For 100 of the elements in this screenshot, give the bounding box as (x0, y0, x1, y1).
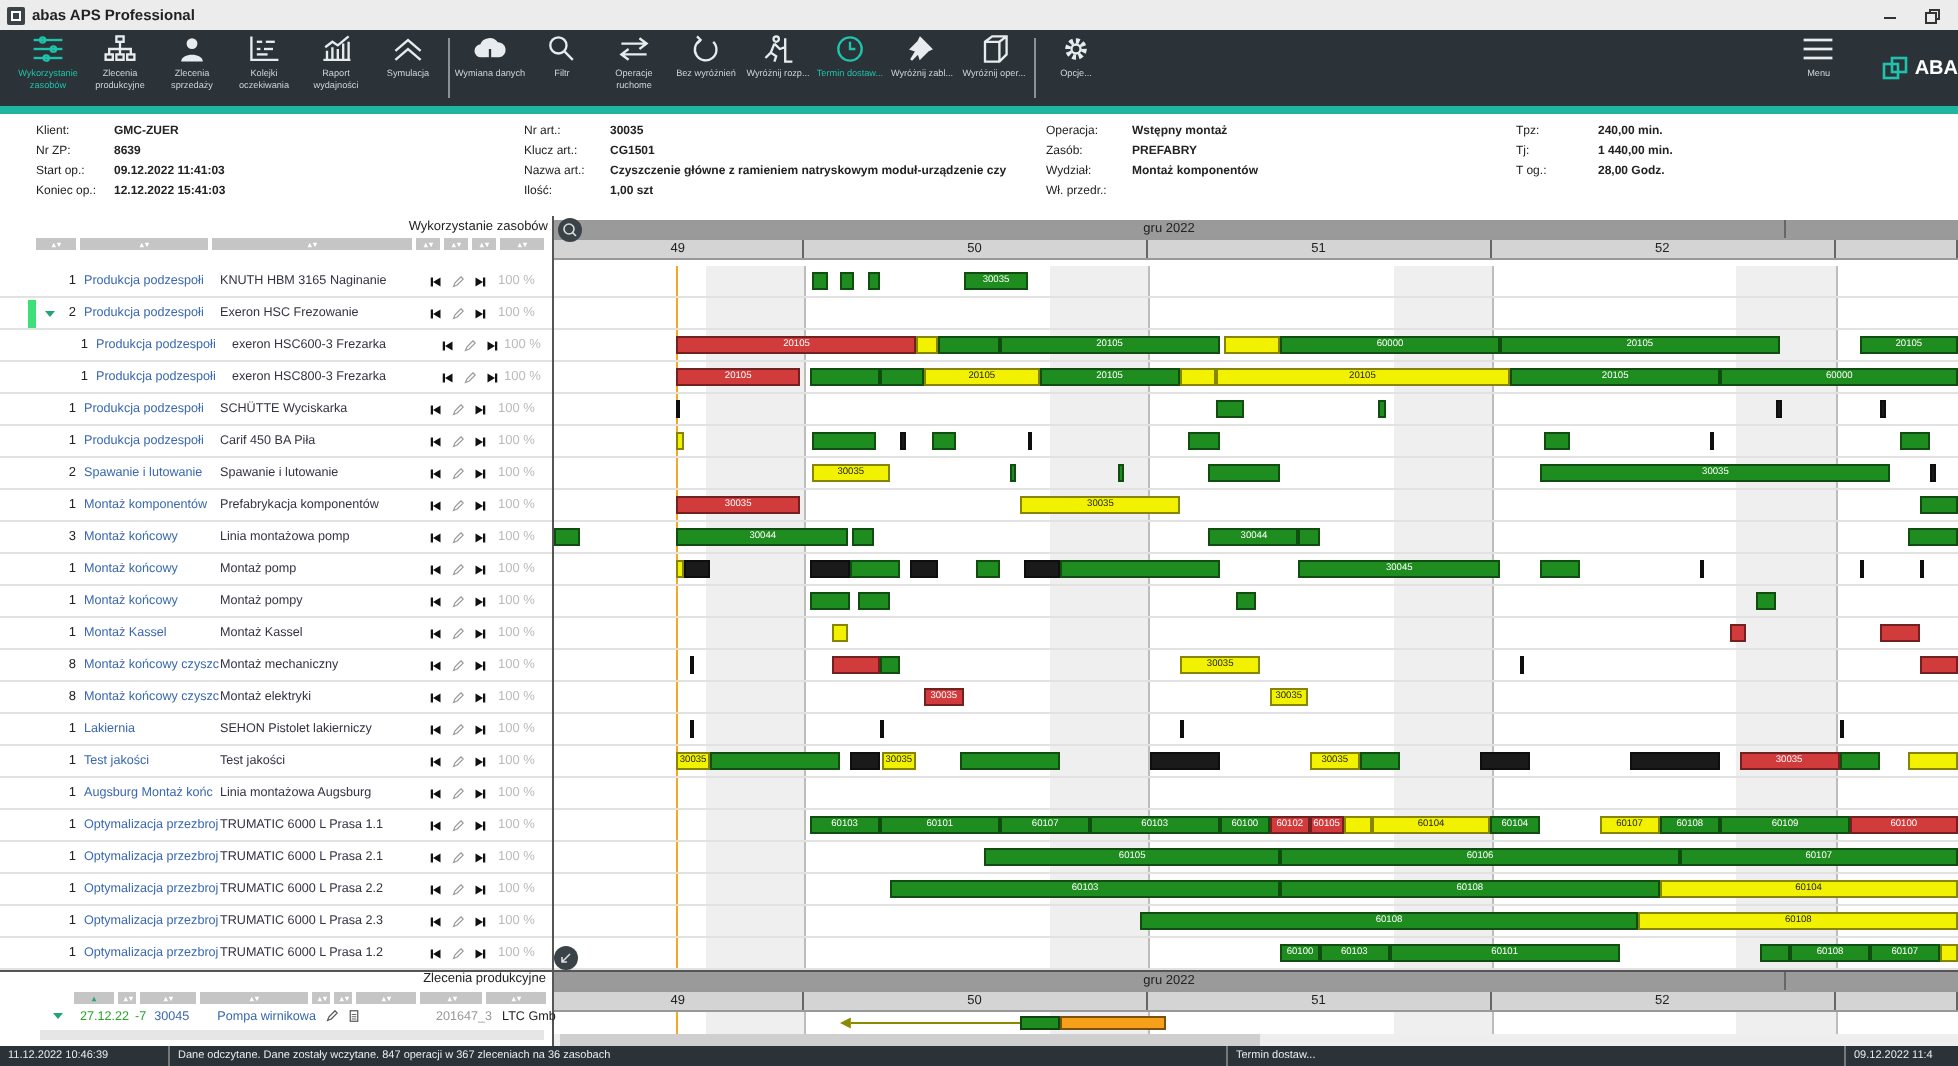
skip-start-icon[interactable] (430, 947, 442, 959)
task-bar[interactable] (1479, 752, 1531, 770)
task-bar[interactable] (676, 560, 685, 578)
skip-start-icon[interactable] (442, 371, 454, 383)
task-bar[interactable] (1700, 560, 1705, 578)
collapse-icon[interactable] (554, 946, 578, 970)
skip-start-icon[interactable] (430, 403, 442, 415)
skip-end-icon[interactable] (474, 531, 486, 543)
task-bar[interactable] (1520, 656, 1525, 674)
skip-start-icon[interactable] (430, 659, 442, 671)
task-bar[interactable] (916, 336, 939, 354)
skip-end-icon[interactable] (486, 339, 498, 351)
document-icon[interactable] (348, 1010, 360, 1022)
skip-end-icon[interactable] (474, 403, 486, 415)
skip-end-icon[interactable] (474, 691, 486, 703)
task-bar[interactable] (879, 720, 884, 738)
skip-end-icon[interactable] (474, 755, 486, 767)
task-bar[interactable] (1929, 464, 1936, 482)
task-bar[interactable] (1028, 432, 1033, 450)
task-bar[interactable] (1859, 560, 1864, 578)
task-bar[interactable] (1759, 944, 1791, 962)
skip-start-icon[interactable] (430, 595, 442, 607)
sort-icon (138, 241, 150, 247)
skip-start-icon[interactable] (430, 915, 442, 927)
task-bar[interactable] (975, 560, 1001, 578)
skip-start-icon[interactable] (430, 307, 442, 319)
skip-end-icon[interactable] (474, 563, 486, 575)
logo-icon (1882, 56, 1911, 81)
skip-end-icon[interactable] (474, 275, 486, 287)
task-bar[interactable] (1919, 656, 1958, 674)
skip-start-icon[interactable] (430, 435, 442, 447)
skip-end-icon[interactable] (474, 659, 486, 671)
clock-icon (832, 34, 868, 65)
sort-up-icon (88, 995, 100, 1001)
skip-start-icon[interactable] (430, 499, 442, 511)
task-bar[interactable] (689, 656, 694, 674)
skip-end-icon[interactable] (474, 467, 486, 479)
skip-start-icon[interactable] (442, 339, 454, 351)
skip-end-icon[interactable] (474, 819, 486, 831)
skip-end-icon[interactable] (474, 435, 486, 447)
sort-icon (121, 995, 133, 1001)
task-bar[interactable] (1235, 592, 1256, 610)
skip-end-icon[interactable] (474, 947, 486, 959)
skip-start-icon[interactable] (430, 531, 442, 543)
skip-start-icon[interactable] (430, 819, 442, 831)
task-bar[interactable] (840, 272, 855, 290)
skip-start-icon[interactable] (430, 627, 442, 639)
skip-start-icon[interactable] (430, 755, 442, 767)
task-bar[interactable] (1378, 400, 1387, 418)
skip-end-icon[interactable] (474, 723, 486, 735)
task-bar[interactable] (899, 432, 906, 450)
task-bar[interactable] (1775, 400, 1782, 418)
task-bar[interactable] (910, 560, 939, 578)
task-bar[interactable] (1215, 400, 1244, 418)
zoom-icon[interactable] (558, 218, 582, 242)
task-bar[interactable] (1010, 464, 1017, 482)
pencil-icon[interactable] (326, 1010, 338, 1022)
skip-start-icon[interactable] (430, 787, 442, 799)
caret-icon[interactable] (44, 309, 56, 317)
task-bar[interactable] (1755, 592, 1776, 610)
skip-end-icon[interactable] (474, 787, 486, 799)
skip-end-icon[interactable] (474, 499, 486, 511)
sort-icon (380, 995, 392, 1001)
task-bar[interactable] (1919, 560, 1924, 578)
task-bar[interactable] (554, 528, 581, 546)
skip-end-icon[interactable] (486, 371, 498, 383)
task-bar[interactable] (1880, 400, 1887, 418)
horizontal-scrollbar[interactable] (40, 1030, 544, 1040)
skip-start-icon[interactable] (430, 691, 442, 703)
task-bar[interactable] (809, 592, 851, 610)
chevrons-icon (390, 34, 426, 65)
skip-start-icon[interactable] (430, 851, 442, 863)
skip-end-icon[interactable] (474, 883, 486, 895)
task-bar[interactable] (1839, 720, 1844, 738)
task-bar[interactable] (1839, 752, 1881, 770)
sliders-icon (30, 34, 66, 65)
task-bar[interactable] (689, 720, 694, 738)
skip-start-icon[interactable] (430, 275, 442, 287)
task-bar[interactable] (867, 272, 880, 290)
skip-start-icon[interactable] (430, 883, 442, 895)
restore-icon[interactable] (1922, 5, 1942, 26)
task-bar[interactable] (811, 272, 829, 290)
skip-end-icon[interactable] (474, 307, 486, 319)
skip-end-icon[interactable] (474, 915, 486, 927)
task-bar[interactable] (1919, 496, 1958, 514)
horizontal-scrollbar[interactable] (554, 1034, 1958, 1046)
caret-icon[interactable] (52, 1012, 64, 1020)
task-bar[interactable] (1180, 720, 1185, 738)
sort-icon (445, 995, 457, 1001)
skip-end-icon[interactable] (474, 595, 486, 607)
task-bar[interactable] (676, 400, 681, 418)
skip-start-icon[interactable] (430, 467, 442, 479)
task-bar[interactable] (1118, 464, 1125, 482)
task-bar[interactable] (1710, 432, 1715, 450)
skip-start-icon[interactable] (430, 723, 442, 735)
skip-end-icon[interactable] (474, 627, 486, 639)
task-bar[interactable] (809, 560, 851, 578)
queue-icon (246, 34, 282, 65)
skip-start-icon[interactable] (430, 563, 442, 575)
skip-end-icon[interactable] (474, 851, 486, 863)
